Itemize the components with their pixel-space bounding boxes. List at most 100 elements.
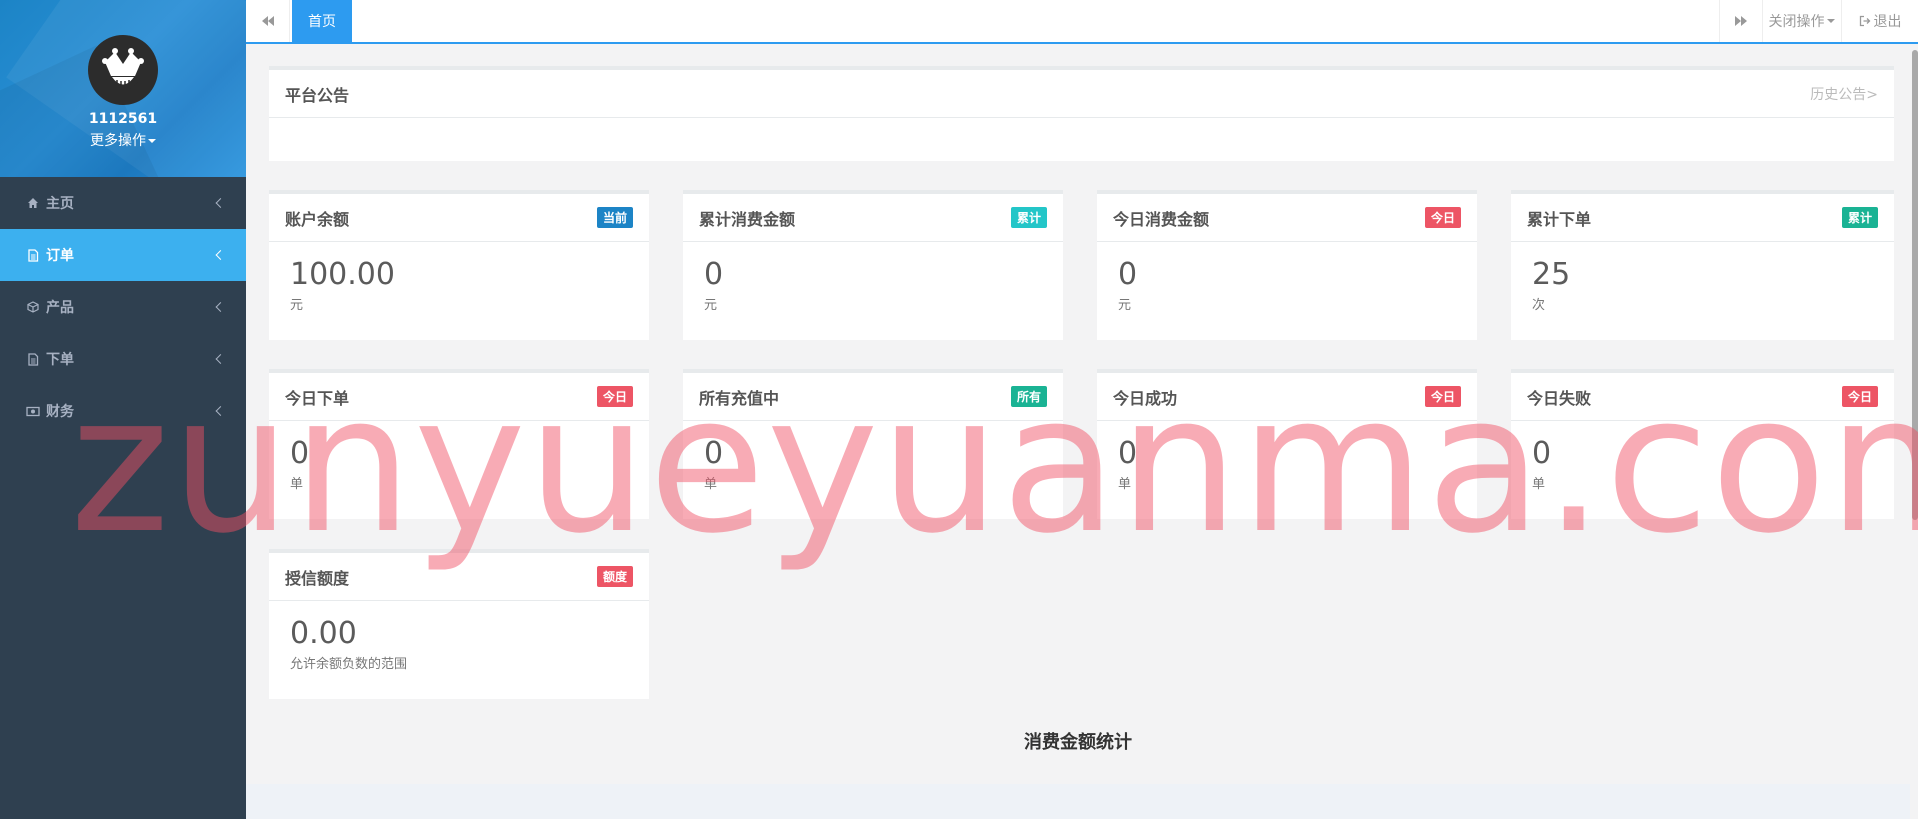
stat-value: 0 [1118,257,1138,292]
status-badge: 累计 [1010,207,1047,228]
stat-title: 今日成功 [1113,388,1178,408]
stat-card-header: 所有充值中 所有 [683,373,1063,421]
footer-strip [246,784,1910,819]
sidebar-item-products[interactable]: 产品 [0,281,246,333]
stat-unit: 元 [1118,298,1132,313]
stat-value: 0 [1532,436,1552,471]
stat-body: 0 单 [1511,421,1894,508]
stat-unit: 次 [1532,298,1546,313]
chevron-left-icon [215,354,226,364]
tab-scroll-right-button[interactable] [1719,0,1763,42]
tab-bar: 首页 关闭操作 退出 [246,0,1918,44]
sidebar-item-place-order[interactable]: 下单 [0,333,246,385]
stat-card-header: 今日失败 今日 [1511,373,1894,421]
sidebar: 1112561 更多操作 主页 订单 产品 下单 财务 [0,0,246,819]
jester-logo-icon [102,48,144,90]
forward-icon [1735,16,1747,26]
logout-button[interactable]: 退出 [1842,0,1918,42]
stat-title: 授信额度 [285,568,350,588]
stat-unit: 单 [1532,477,1546,492]
caret-down-icon [148,139,156,143]
stat-value: 25 [1532,257,1571,292]
caret-down-icon [1826,19,1835,23]
stat-title: 所有充值中 [699,388,780,408]
tab-home[interactable]: 首页 [292,0,352,42]
status-badge: 所有 [1010,386,1047,407]
stat-value: 100.00 [290,257,395,292]
status-badge: 当前 [596,207,633,228]
sidebar-item-label: 订单 [46,248,74,264]
stat-unit: 允许余额负数的范围 [290,657,408,672]
sidebar-item-finance[interactable]: 财务 [0,385,246,437]
stat-value: 0 [1118,436,1138,471]
stat-card-all-recharging: 所有充值中 所有 0 单 [683,369,1063,519]
status-badge: 今日 [596,386,633,407]
stat-unit: 单 [290,477,304,492]
stat-title: 累计消费金额 [699,209,796,229]
stat-card-header: 授信额度 额度 [269,553,649,601]
notice-panel: 平台公告 历史公告> [269,66,1894,161]
scrollbar-thumb[interactable] [1912,50,1918,520]
cube-icon [26,300,40,314]
status-badge: 额度 [596,566,633,587]
sidebar-item-orders[interactable]: 订单 [0,229,246,281]
stat-unit: 单 [704,477,718,492]
stat-body: 0 单 [269,421,649,508]
profile-panel: 1112561 更多操作 [0,0,246,177]
stat-card-header: 今日消费金额 今日 [1097,194,1477,242]
avatar[interactable] [88,35,158,105]
stat-unit: 元 [290,298,304,313]
stat-title: 今日消费金额 [1113,209,1210,229]
status-badge: 今日 [1841,386,1878,407]
stat-body: 100.00 元 [269,242,649,329]
chevron-left-icon [215,302,226,312]
stat-card-header: 今日下单 今日 [269,373,649,421]
file-icon [26,248,40,262]
stat-body: 0 单 [683,421,1063,508]
stat-card-total-orders: 累计下单 累计 25 次 [1511,190,1894,340]
stat-card-today-success: 今日成功 今日 0 单 [1097,369,1477,519]
stat-title: 账户余额 [285,209,350,229]
stat-body: 0.00 允许余额负数的范围 [269,601,649,688]
stat-card-total-spend: 累计消费金额 累计 0 元 [683,190,1063,340]
sidebar-item-label: 财务 [46,404,74,420]
backward-icon [261,16,274,26]
sidebar-item-home[interactable]: 主页 [0,177,246,229]
more-ops-dropdown[interactable]: 更多操作 [0,130,246,150]
chevron-left-icon [215,198,226,208]
stat-value: 0 [704,257,724,292]
stat-title: 今日下单 [285,388,350,408]
stat-title: 今日失败 [1527,388,1592,408]
close-ops-dropdown[interactable]: 关闭操作 [1762,0,1842,42]
status-badge: 今日 [1424,386,1461,407]
sign-out-icon [1859,15,1870,27]
username: 1112561 [88,111,158,127]
stat-card-header: 今日成功 今日 [1097,373,1477,421]
chevron-left-icon [215,406,226,416]
stat-card-header: 账户余额 当前 [269,194,649,242]
chart-section-title: 消费金额统计 [1024,732,1132,753]
sidebar-item-label: 下单 [46,352,74,368]
status-badge: 累计 [1841,207,1878,228]
home-icon [26,196,40,210]
stat-value: 0 [704,436,724,471]
sidebar-item-label: 主页 [46,196,74,212]
sidebar-item-label: 产品 [46,300,74,316]
stat-card-credit-limit: 授信额度 额度 0.00 允许余额负数的范围 [269,549,649,699]
history-notice-link[interactable]: 历史公告> [1810,84,1878,104]
tab-scroll-left-button[interactable] [246,0,290,42]
main-content: 平台公告 历史公告> 账户余额 当前 100.00 元 累计消费金额 累计 0 … [246,44,1910,784]
stat-body: 0 元 [1097,242,1477,329]
notice-header: 平台公告 历史公告> [269,70,1894,118]
stat-value: 0 [290,436,310,471]
notice-title: 平台公告 [285,85,350,105]
stat-card-today-failed: 今日失败 今日 0 单 [1511,369,1894,519]
stat-value: 0.00 [290,616,357,651]
stat-body: 25 次 [1511,242,1894,329]
stat-body: 0 元 [683,242,1063,329]
stat-card-header: 累计消费金额 累计 [683,194,1063,242]
stat-card-balance: 账户余额 当前 100.00 元 [269,190,649,340]
chevron-left-icon [215,250,226,260]
money-icon [26,404,40,418]
stat-card-today-spend: 今日消费金额 今日 0 元 [1097,190,1477,340]
